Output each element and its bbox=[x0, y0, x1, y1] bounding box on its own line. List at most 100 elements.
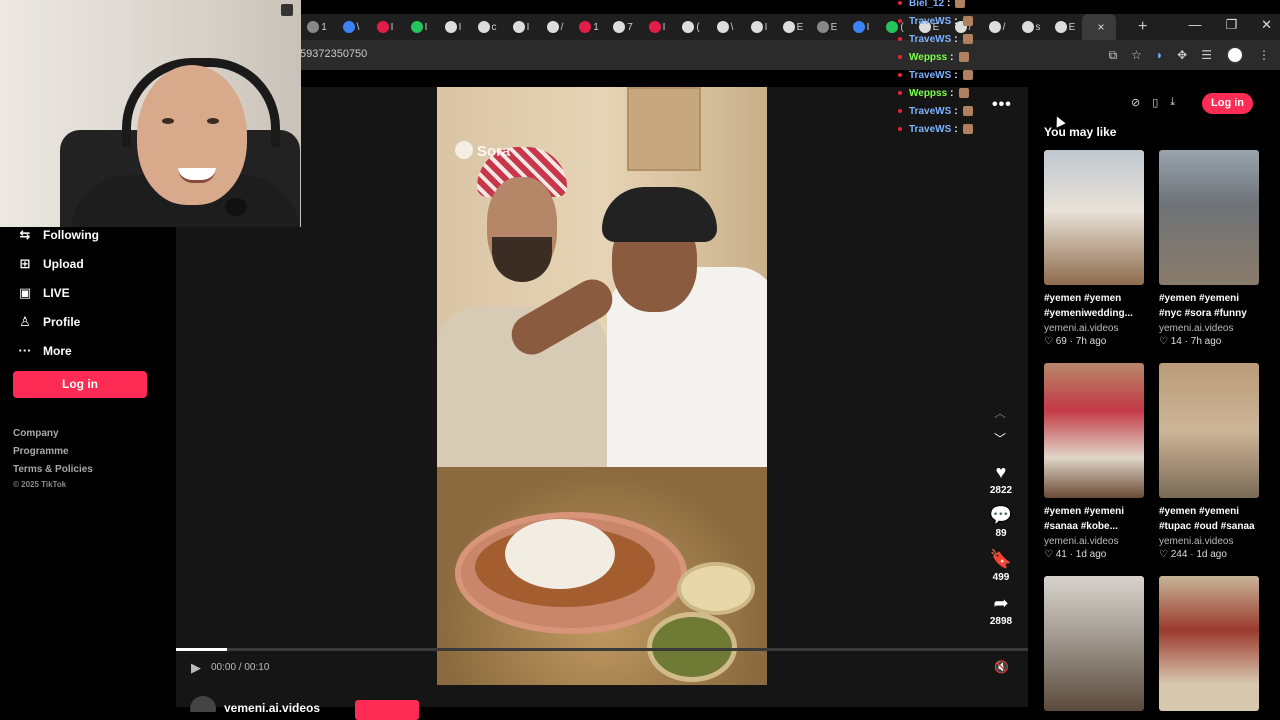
close-tab-icon[interactable]: × bbox=[1097, 20, 1104, 34]
browser-tab[interactable]: I bbox=[844, 14, 878, 40]
bookmark-icon[interactable]: 🔖 bbox=[982, 549, 1020, 569]
recommended-video-card[interactable] bbox=[1044, 576, 1145, 711]
browser-tab[interactable]: E bbox=[776, 14, 810, 40]
browser-tab[interactable]: \ bbox=[334, 14, 368, 40]
follow-button[interactable] bbox=[355, 700, 419, 720]
device-icon[interactable]: ▯ bbox=[1152, 96, 1158, 109]
browser-tab[interactable]: 7 bbox=[606, 14, 640, 40]
video-thumbnail[interactable] bbox=[1044, 150, 1144, 285]
mute-icon[interactable]: 🔇 bbox=[994, 660, 1009, 674]
chat-message: TraveWS: bbox=[898, 12, 988, 30]
url-text[interactable]: 59372350750 bbox=[300, 48, 367, 60]
sidebar-item-label: Profile bbox=[43, 314, 81, 329]
browser-tab[interactable]: I bbox=[504, 14, 538, 40]
comment-icon[interactable]: 💬 bbox=[982, 505, 1020, 525]
browser-tab[interactable]: c bbox=[470, 14, 504, 40]
card-caption[interactable]: #yemen #yemeni #nyc #sora #funny bbox=[1159, 291, 1260, 321]
x-icon bbox=[682, 21, 695, 33]
footer-link-programme[interactable]: Programme bbox=[13, 443, 93, 461]
login-button[interactable]: Log in bbox=[13, 371, 147, 398]
x-icon bbox=[716, 21, 729, 33]
sidebar-item-upload[interactable]: ⊞ Upload bbox=[0, 249, 176, 278]
video-player[interactable]: Sora bbox=[437, 87, 767, 685]
card-channel[interactable]: yemeni.ai.videos bbox=[1044, 536, 1145, 547]
extension-icon[interactable]: ◗ bbox=[1156, 48, 1163, 62]
sidebar-item-more[interactable]: ··· More bbox=[0, 336, 176, 365]
browser-tab[interactable]: \ bbox=[708, 14, 742, 40]
browser-tab[interactable]: 1 bbox=[300, 14, 334, 40]
restore-icon[interactable]: ❐ bbox=[1225, 17, 1237, 33]
video-thumbnail[interactable] bbox=[1159, 576, 1259, 711]
video-thumbnail[interactable] bbox=[1159, 363, 1259, 498]
recommended-video-card[interactable]: #yemen #yemen #yemeniwedding... yemeni.ai… bbox=[1044, 150, 1145, 347]
card-meta: ♡ 14 · 7h ago bbox=[1159, 336, 1260, 347]
new-tab-button[interactable]: + bbox=[1138, 18, 1147, 36]
recommended-video-card[interactable]: #yemen #yemeni #tupac #oud #sanaa yemeni.… bbox=[1159, 363, 1260, 560]
comment-action[interactable]: 💬 89 bbox=[982, 505, 1020, 539]
browser-tab[interactable]: 1 bbox=[572, 14, 606, 40]
play-icon[interactable]: ▶ bbox=[191, 660, 201, 676]
sidebar-item-live[interactable]: ▣ LIVE bbox=[0, 278, 176, 307]
x-icon bbox=[477, 21, 490, 33]
video-thumbnail[interactable] bbox=[1044, 576, 1144, 711]
more-options-icon[interactable]: ••• bbox=[992, 96, 1012, 114]
heart-outline-icon: ♡ bbox=[1159, 549, 1171, 560]
install-app-icon[interactable]: ⧉ bbox=[1109, 48, 1118, 63]
recommended-video-card[interactable]: #yemen #yemeni #sanaa #kobe... yemeni.ai.… bbox=[1044, 363, 1145, 560]
browser-tab[interactable]: I bbox=[436, 14, 470, 40]
recommended-video-card[interactable] bbox=[1159, 576, 1260, 711]
browser-tab-label: I bbox=[390, 21, 394, 33]
card-channel[interactable]: yemeni.ai.videos bbox=[1044, 323, 1145, 334]
close-window-icon[interactable]: ✕ bbox=[1261, 17, 1272, 33]
card-caption[interactable]: #yemen #yemeni #sanaa #kobe... bbox=[1044, 504, 1145, 534]
browser-tab[interactable]: I bbox=[402, 14, 436, 40]
chat-separator: : bbox=[950, 87, 954, 99]
minimize-icon[interactable]: — bbox=[1188, 17, 1201, 33]
puzzle-extensions-icon[interactable]: ✥ bbox=[1177, 48, 1187, 62]
profile-avatar-icon[interactable] bbox=[1226, 46, 1244, 64]
comment-count: 89 bbox=[995, 528, 1007, 539]
browser-tab[interactable]: E bbox=[810, 14, 844, 40]
video-time: 00:00 / 00:10 bbox=[211, 662, 270, 673]
you-may-like-title: You may like bbox=[1044, 125, 1117, 139]
video-progress-bar[interactable] bbox=[176, 648, 1028, 651]
author-name[interactable]: yemeni.ai.videos bbox=[224, 701, 320, 712]
reading-list-icon[interactable]: ☰ bbox=[1201, 48, 1212, 62]
video-thumbnail[interactable] bbox=[1159, 150, 1259, 285]
browser-tab-label: / bbox=[560, 21, 564, 33]
previous-video-icon[interactable]: ︿ bbox=[994, 404, 1006, 421]
browser-tab[interactable]: I bbox=[640, 14, 674, 40]
x-icon bbox=[613, 21, 626, 33]
bookmark-star-icon[interactable]: ☆ bbox=[1131, 48, 1142, 62]
card-caption[interactable]: #yemen #yemeni #tupac #oud #sanaa bbox=[1159, 504, 1260, 534]
video-thumbnail[interactable] bbox=[1044, 363, 1144, 498]
card-channel[interactable]: yemeni.ai.videos bbox=[1159, 536, 1260, 547]
browser-tab[interactable]: s bbox=[1014, 14, 1048, 40]
download-icon[interactable]: ⤓ bbox=[1170, 96, 1175, 109]
browser-tab[interactable]: E bbox=[1048, 14, 1082, 40]
share-icon[interactable]: ➦ bbox=[982, 593, 1020, 613]
share-action[interactable]: ➦ 2898 bbox=[982, 593, 1020, 627]
next-video-icon[interactable]: ﹀ bbox=[994, 430, 1006, 447]
browser-tab[interactable]: I bbox=[742, 14, 776, 40]
heart-action[interactable]: ♥ 2822 bbox=[982, 462, 1020, 496]
card-likes: 41 bbox=[1055, 549, 1067, 560]
browser-tab[interactable]: / bbox=[538, 14, 572, 40]
video-author[interactable]: yemeni.ai.videos bbox=[190, 696, 320, 712]
browser-tab-active[interactable]: × bbox=[1082, 14, 1116, 40]
browser-tab[interactable]: I bbox=[368, 14, 402, 40]
recommended-video-card[interactable]: #yemen #yemeni #nyc #sora #funny yemeni.a… bbox=[1159, 150, 1260, 347]
card-caption[interactable]: #yemen #yemen #yemeniwedding... bbox=[1044, 291, 1145, 321]
header-login-button[interactable]: Log in bbox=[1202, 93, 1253, 114]
browser-tab[interactable]: ( bbox=[674, 14, 708, 40]
explore-icon[interactable]: ⊘ bbox=[1131, 96, 1140, 109]
browser-menu-icon[interactable]: ⋮ bbox=[1258, 48, 1270, 62]
author-avatar[interactable] bbox=[190, 696, 216, 712]
sidebar-item-profile[interactable]: ♙ Profile bbox=[0, 307, 176, 336]
x-icon bbox=[1054, 21, 1067, 33]
heart-icon[interactable]: ♥ bbox=[982, 462, 1020, 482]
footer-link-company[interactable]: Company bbox=[13, 425, 93, 443]
card-channel[interactable]: yemeni.ai.videos bbox=[1159, 323, 1260, 334]
footer-link-terms[interactable]: Terms & Policies bbox=[13, 461, 93, 479]
bookmark-action[interactable]: 🔖 499 bbox=[982, 549, 1020, 583]
